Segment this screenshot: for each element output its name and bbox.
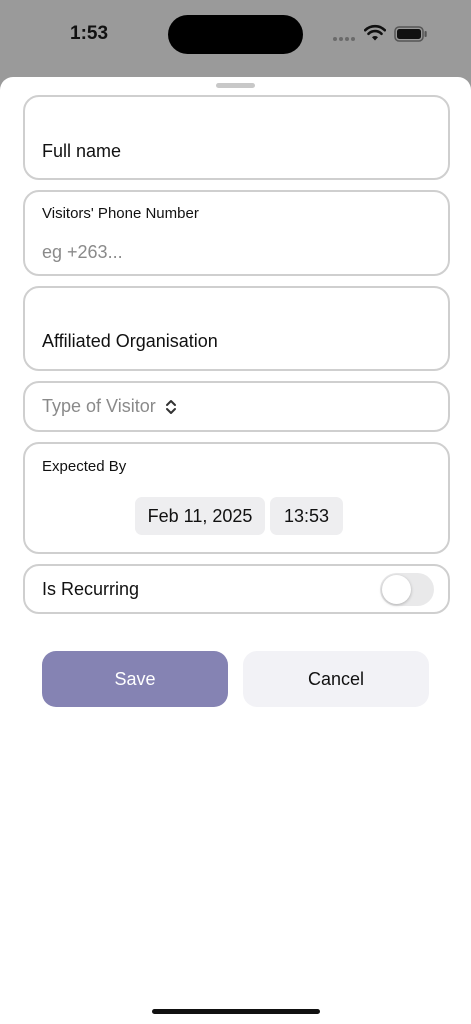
toggle-knob bbox=[382, 575, 411, 604]
visitor-type-placeholder: Type of Visitor bbox=[42, 396, 156, 416]
status-time: 1:53 bbox=[70, 23, 109, 44]
recurring-label: Is Recurring bbox=[42, 579, 140, 599]
status-bar: 1:53 bbox=[0, 0, 471, 76]
cancel-button[interactable]: Cancel bbox=[243, 651, 429, 707]
phone-field[interactable]: Visitors' Phone Number bbox=[23, 190, 450, 276]
visitor-type-picker[interactable]: Type of Visitor bbox=[23, 381, 450, 432]
wifi-icon bbox=[364, 24, 386, 41]
phone-input[interactable] bbox=[42, 242, 422, 263]
full-name-label: Full name bbox=[42, 141, 122, 161]
visitor-form-sheet: Full name Visitors' Phone Number Affilia… bbox=[0, 77, 471, 1024]
full-name-field[interactable]: Full name bbox=[23, 95, 450, 180]
chevron-up-down-icon bbox=[165, 399, 176, 414]
phone-label: Visitors' Phone Number bbox=[42, 205, 199, 222]
sheet-grabber[interactable] bbox=[216, 83, 255, 88]
expected-by-label: Expected By bbox=[42, 458, 127, 475]
organisation-field[interactable]: Affiliated Organisation bbox=[23, 286, 450, 371]
expected-by-field: Expected By Feb 11, 2025 13:53 bbox=[23, 442, 450, 554]
save-button[interactable]: Save bbox=[42, 651, 228, 707]
expected-time-picker[interactable]: 13:53 bbox=[270, 497, 343, 535]
visitor-type-select[interactable]: Type of Visitor bbox=[42, 396, 178, 417]
dynamic-island bbox=[168, 15, 303, 54]
recurring-field: Is Recurring bbox=[23, 564, 450, 614]
home-indicator[interactable] bbox=[152, 1009, 320, 1014]
signal-dots-icon bbox=[333, 37, 355, 41]
organisation-label: Affiliated Organisation bbox=[42, 331, 218, 351]
battery-icon bbox=[394, 26, 427, 42]
recurring-toggle[interactable] bbox=[380, 573, 434, 606]
expected-date-picker[interactable]: Feb 11, 2025 bbox=[135, 497, 265, 535]
